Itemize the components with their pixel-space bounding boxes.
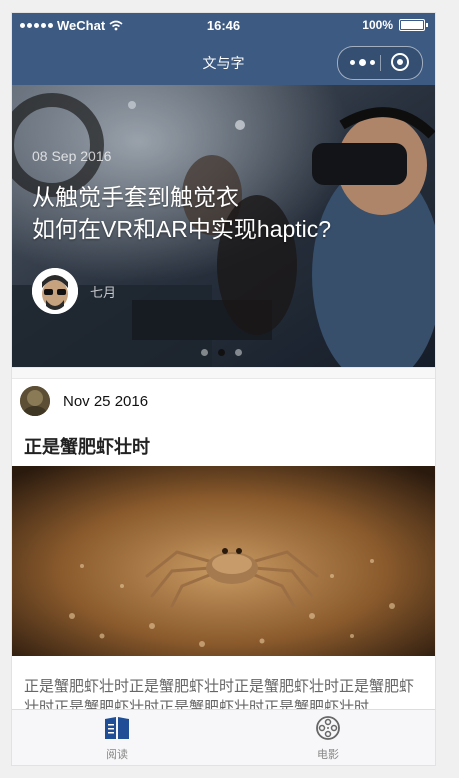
reading-icon [105, 717, 129, 739]
banner-title-line1: 从触觉手套到触觉衣 [32, 184, 239, 210]
post-image[interactable] [12, 466, 435, 656]
tab-reading[interactable]: 阅读 [77, 714, 157, 762]
banner-title-line2: 如何在VR和AR中实现haptic? [32, 216, 332, 242]
more-options-icon[interactable] [350, 59, 375, 66]
banner-date: 08 Sep 2016 [32, 148, 112, 164]
battery-percent: 100% [362, 18, 393, 32]
post-author-avatar [20, 386, 50, 416]
author-avatar [32, 268, 78, 314]
status-bar: WeChat 16:46 100% [12, 13, 435, 39]
indicator-dot[interactable] [201, 349, 208, 356]
tab-bar: 阅读 电影 [12, 709, 435, 765]
battery-icon [399, 19, 428, 31]
post-header: Nov 25 2016 [12, 379, 435, 425]
tab-movie-label: 电影 [317, 749, 339, 761]
banner-author: 七月 [90, 285, 117, 300]
post-title[interactable]: 正是蟹肥虾壮时 [24, 433, 150, 459]
banner-swiper[interactable]: 08 Sep 2016 从触觉手套到触觉衣 如何在VR和AR中实现haptic?… [12, 85, 435, 367]
indicator-dot-active[interactable] [218, 349, 225, 356]
banner-title[interactable]: 从触觉手套到触觉衣 如何在VR和AR中实现haptic? [32, 181, 331, 245]
tab-reading-label: 阅读 [106, 749, 128, 761]
battery-status: 100% [362, 18, 428, 32]
tab-movie[interactable]: 电影 [288, 714, 368, 762]
capsule-divider [380, 55, 381, 71]
mini-program-capsule [337, 46, 423, 80]
section-divider [12, 367, 435, 379]
post-excerpt: 正是蟹肥虾壮时正是蟹肥虾壮时正是蟹肥虾壮时正是蟹肥虾壮时正是蟹肥虾壮时正是蟹肥虾… [24, 678, 415, 712]
close-mini-program-icon[interactable] [391, 53, 409, 71]
navigation-bar: 文与字 [12, 39, 435, 85]
phone-screen: WeChat 16:46 100% 文与字 08 Sep 2016 从触觉手套到… [12, 13, 435, 765]
post-date: Nov 25 2016 [63, 393, 149, 410]
film-reel-icon [316, 716, 340, 740]
indicator-dot[interactable] [235, 349, 242, 356]
swiper-indicators [201, 349, 242, 356]
